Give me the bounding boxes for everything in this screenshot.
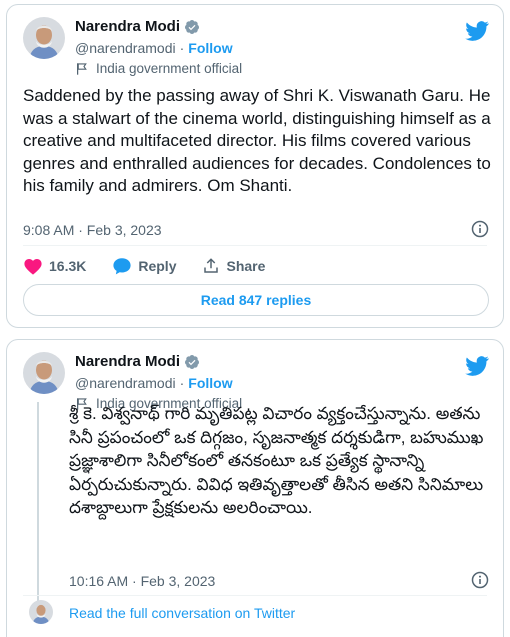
avatar[interactable] <box>23 352 65 394</box>
info-icon[interactable] <box>471 220 489 238</box>
reply-label: Reply <box>138 258 177 274</box>
timestamp[interactable]: 9:08 AM · Feb 3, 2023 <box>23 222 162 238</box>
flag-icon <box>75 62 89 76</box>
follow-button[interactable]: Follow <box>188 40 232 56</box>
speech-bubble-icon <box>112 257 132 275</box>
divider <box>23 595 487 596</box>
verified-badge-icon <box>184 19 200 35</box>
twitter-bird-icon[interactable] <box>465 21 489 41</box>
separator-dot: · <box>179 40 185 56</box>
thread-line <box>37 402 39 602</box>
tweet-text: శ్రీ కె. విశ్వనాథ్ గారి మృతిపట్ల విచారం … <box>69 404 484 517</box>
read-replies-button[interactable]: Read 847 replies <box>23 284 489 316</box>
verified-badge-icon <box>184 354 200 370</box>
government-label-row: India government official <box>75 61 242 76</box>
share-button[interactable]: Share <box>202 257 265 275</box>
like-button[interactable]: 16.3K <box>23 257 86 275</box>
author-row: Narendra Modi <box>75 18 200 35</box>
info-icon[interactable] <box>471 571 489 589</box>
author-name[interactable]: Narendra Modi <box>75 18 180 35</box>
divider <box>23 245 487 246</box>
avatar[interactable] <box>29 600 53 624</box>
share-label: Share <box>226 258 266 274</box>
share-icon <box>202 257 220 275</box>
author-handle[interactable]: @narendramodi <box>75 375 176 391</box>
avatar[interactable] <box>23 17 65 59</box>
author-handle[interactable]: @narendramodi <box>75 40 176 56</box>
author-row: Narendra Modi <box>75 353 200 370</box>
twitter-bird-icon[interactable] <box>465 356 489 376</box>
author-name[interactable]: Narendra Modi <box>75 353 180 370</box>
timestamp[interactable]: 10:16 AM · Feb 3, 2023 <box>69 573 215 589</box>
tweet-text: Saddened by the passing away of Shri K. … <box>23 86 491 195</box>
follow-button[interactable]: Follow <box>188 375 232 391</box>
like-count: 16.3K <box>49 258 87 274</box>
tweet-card-2: Narendra Modi @narendramodi · Follow Ind… <box>6 339 504 637</box>
handle-row: @narendramodi · Follow <box>75 375 233 391</box>
tweet-actions: 16.3K Reply Share <box>23 257 291 275</box>
heart-icon <box>23 257 43 275</box>
handle-row: @narendramodi · Follow <box>75 40 233 56</box>
reply-button[interactable]: Reply <box>112 257 176 275</box>
read-full-conversation-link[interactable]: Read the full conversation on Twitter <box>69 605 295 621</box>
separator-dot: · <box>179 375 185 391</box>
government-label: India government official <box>96 61 243 76</box>
tweet-card-1: Narendra Modi @narendramodi · Follow Ind… <box>6 4 504 328</box>
